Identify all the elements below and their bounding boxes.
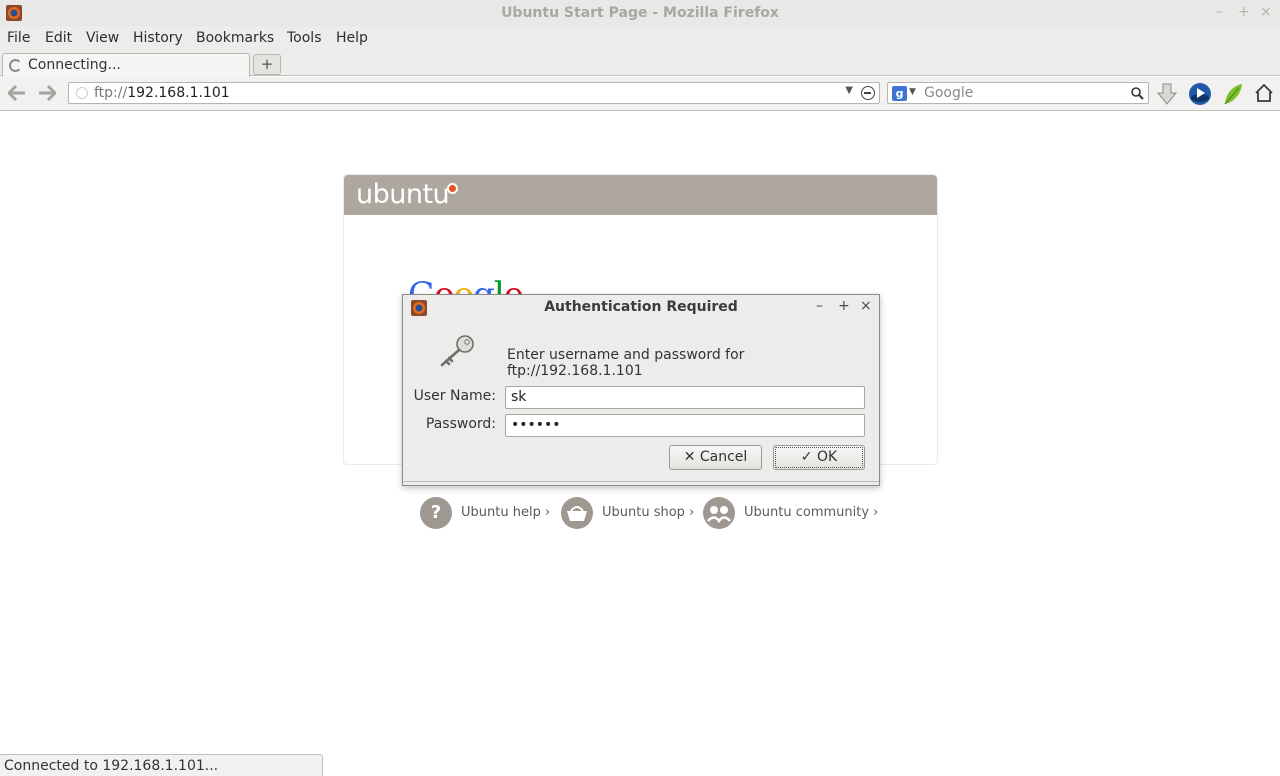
menu-bar: File Edit View History Bookmarks Tools H… [0,26,1280,52]
menu-file[interactable]: File [7,30,30,46]
forward-arrow-icon[interactable] [38,85,56,101]
window-titlebar: Ubuntu Start Page - Mozilla Firefox – + … [0,0,1280,26]
dialog-minimize-button[interactable]: – [816,298,823,314]
ubuntu-community-label: Ubuntu community › [744,505,879,520]
ubuntu-header: ubuntu [344,175,937,215]
basket-icon [561,497,593,529]
site-identity-icon[interactable] [76,87,88,99]
window-maximize-button[interactable]: + [1238,4,1250,20]
dialog-title: Authentication Required [544,299,738,315]
community-icon [703,497,735,529]
window-title: Ubuntu Start Page - Mozilla Firefox [501,5,779,21]
back-arrow-icon[interactable] [8,85,26,101]
question-icon: ? [420,497,452,529]
media-player-icon[interactable] [1188,82,1212,106]
stop-icon[interactable] [861,86,875,100]
menu-edit[interactable]: Edit [45,30,72,46]
google-engine-icon[interactable]: g [892,86,907,101]
password-field[interactable]: •••••• [505,414,865,437]
tab-connecting[interactable]: Connecting... [2,53,250,77]
cancel-button-label: Cancel [699,449,748,465]
dialog-divider [403,481,879,482]
home-icon[interactable] [1254,83,1274,103]
loading-spinner-icon [9,59,22,72]
menu-view[interactable]: View [86,30,119,46]
ok-check-icon: ✓ [800,449,813,465]
search-icon[interactable] [1131,87,1144,101]
ubuntu-shop-label: Ubuntu shop › [602,505,695,520]
ok-button[interactable]: ✓ OK [773,445,865,470]
new-tab-button[interactable]: + [253,54,281,75]
leaf-addon-icon[interactable] [1222,82,1244,106]
ubuntu-help-label: Ubuntu help › [461,505,551,520]
menu-help[interactable]: Help [336,30,368,46]
download-icon[interactable] [1157,82,1177,106]
cancel-button[interactable]: ✕ Cancel [669,445,762,470]
username-field[interactable]: sk [505,386,865,409]
url-text: ftp://192.168.1.101 [94,85,230,101]
dialog-message: Enter username and password for ftp://19… [507,347,745,379]
search-input[interactable]: Google [924,85,973,101]
menu-history[interactable]: History [133,30,183,46]
dialog-close-button[interactable]: × [860,298,872,314]
password-label: Password: [425,416,496,432]
tab-strip: Connecting... + [0,52,1280,77]
key-icon [440,335,474,367]
url-host: 192.168.1.101 [127,85,230,101]
url-history-dropdown-icon[interactable]: ▼ [845,85,853,96]
dialog-titlebar: Authentication Required – + × [403,295,879,320]
username-label: User Name: [413,388,496,404]
window-close-button[interactable]: × [1260,4,1272,20]
search-bar[interactable]: g ▼ Google [887,82,1149,104]
circle-of-friends-icon [447,183,458,194]
tab-label: Connecting... [28,57,121,73]
url-bar[interactable]: ftp://192.168.1.101 ▼ [68,82,880,104]
ok-button-label: OK [816,449,838,465]
cancel-x-icon: ✕ [683,449,696,465]
menu-bookmarks[interactable]: Bookmarks [196,30,274,46]
navigation-toolbar: ftp://192.168.1.101 ▼ g ▼ Google [0,77,1280,111]
status-text: Connected to 192.168.1.101... [4,758,219,774]
auth-dialog: Authentication Required – + × Enter user… [402,294,880,486]
status-bar: Connected to 192.168.1.101... [0,754,323,776]
url-scheme: ftp:// [94,85,128,101]
engine-dropdown-icon[interactable]: ▼ [909,87,916,97]
dialog-maximize-button[interactable]: + [838,298,850,314]
window-minimize-button[interactable]: – [1216,4,1223,20]
ubuntu-logo: ubuntu [356,179,450,210]
menu-tools[interactable]: Tools [287,30,322,46]
